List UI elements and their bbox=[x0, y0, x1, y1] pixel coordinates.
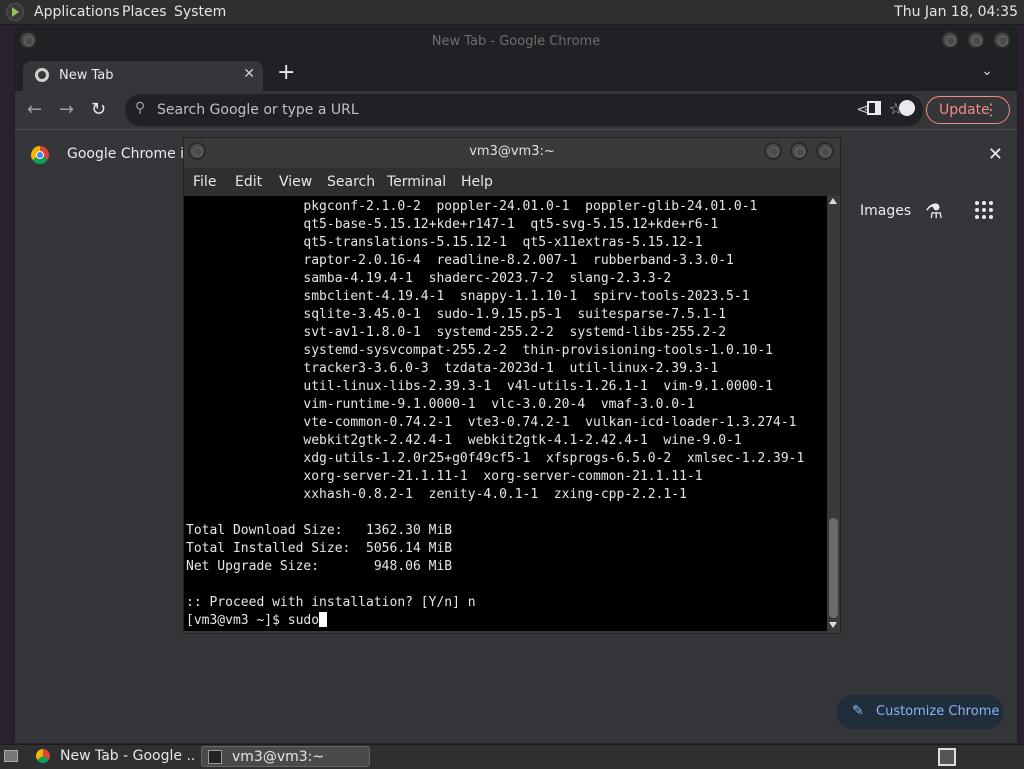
menu-file[interactable]: File bbox=[193, 174, 216, 190]
terminal-cursor bbox=[319, 612, 328, 627]
reload-icon[interactable]: ↻ bbox=[91, 99, 106, 120]
chrome-window-title: New Tab - Google Chrome bbox=[431, 34, 601, 49]
customize-chrome-button[interactable]: ✎ Customize Chrome bbox=[836, 695, 1004, 729]
google-apps-icon[interactable] bbox=[975, 201, 993, 219]
forward-icon[interactable]: → bbox=[59, 99, 74, 120]
show-desktop-icon[interactable] bbox=[4, 750, 18, 762]
terminal-text: pkgconf-2.1.0-2 poppler-24.01.0-1 popple… bbox=[186, 198, 804, 630]
chrome-menu-icon[interactable]: ⋮ bbox=[983, 100, 999, 119]
taskbar-terminal-label: vm3@vm3:~ bbox=[232, 749, 325, 765]
workspace-switcher[interactable] bbox=[938, 748, 956, 766]
top-panel: Applications Places System Thu Jan 18, 0… bbox=[0, 0, 1024, 25]
menu-applications[interactable]: Applications bbox=[34, 4, 120, 20]
scrollbar-thumb[interactable] bbox=[829, 518, 838, 618]
menu-system[interactable]: System bbox=[174, 4, 226, 20]
search-icon: ⚲ bbox=[135, 100, 146, 116]
close-window-button[interactable] bbox=[993, 31, 1011, 49]
taskbar-item-chrome[interactable]: New Tab - Google ... bbox=[30, 746, 196, 767]
menu-help[interactable]: Help bbox=[461, 174, 493, 190]
chrome-taskbar-icon bbox=[36, 749, 50, 763]
terminal-output: pkgconf-2.1.0-2 poppler-24.01.0-1 popple… bbox=[186, 199, 805, 610]
tab-close-icon[interactable]: ✕ bbox=[243, 66, 255, 82]
chrome-logo-icon bbox=[31, 146, 49, 164]
terminal-taskbar-icon bbox=[208, 750, 222, 764]
terminal-screen[interactable]: pkgconf-2.1.0-2 poppler-24.01.0-1 popple… bbox=[184, 196, 827, 631]
minimize-button[interactable] bbox=[941, 31, 959, 49]
customize-label: Customize Chrome bbox=[876, 704, 1000, 719]
profile-icon[interactable] bbox=[899, 100, 915, 116]
update-button[interactable]: Update ⋮ bbox=[926, 96, 1010, 124]
infobar-close-icon[interactable]: ✕ bbox=[988, 144, 1003, 165]
maximize-button[interactable] bbox=[967, 31, 985, 49]
new-tab-button[interactable]: + bbox=[277, 60, 295, 85]
menu-search[interactable]: Search bbox=[327, 174, 375, 190]
terminal-minimize-button[interactable] bbox=[764, 142, 782, 160]
terminal-close-button[interactable] bbox=[816, 142, 834, 160]
side-panel-icon[interactable] bbox=[867, 101, 881, 115]
scroll-up-arrow-icon[interactable] bbox=[829, 198, 837, 204]
menu-view[interactable]: View bbox=[279, 174, 312, 190]
chrome-titlebar[interactable]: New Tab - Google Chrome bbox=[15, 27, 1017, 57]
menu-edit[interactable]: Edit bbox=[235, 174, 262, 190]
images-link[interactable]: Images bbox=[860, 203, 911, 219]
terminal-menubar: File Edit View Search Terminal Help bbox=[184, 168, 840, 196]
distro-logo-icon[interactable] bbox=[6, 3, 24, 21]
pencil-icon: ✎ bbox=[852, 703, 864, 719]
infobar-message: Google Chrome isn bbox=[67, 146, 183, 162]
clock[interactable]: Thu Jan 18, 04:35 bbox=[894, 4, 1018, 20]
taskbar-item-terminal[interactable]: vm3@vm3:~ bbox=[201, 746, 370, 767]
scroll-down-arrow-icon[interactable] bbox=[829, 622, 837, 628]
terminal-window: vm3@vm3:~ File Edit View Search Terminal… bbox=[183, 137, 841, 634]
terminal-window-title: vm3@vm3:~ bbox=[469, 144, 555, 159]
tab-title: New Tab bbox=[59, 68, 114, 83]
chrome-toolbar: ← → ↻ ⚲ Search Google or type a URL ⋖ ☆ … bbox=[15, 91, 1017, 129]
back-icon[interactable]: ← bbox=[27, 99, 42, 120]
terminal-maximize-button[interactable] bbox=[790, 142, 808, 160]
menu-terminal[interactable]: Terminal bbox=[387, 174, 446, 190]
terminal-titlebar[interactable]: vm3@vm3:~ bbox=[184, 138, 840, 166]
menu-places[interactable]: Places bbox=[122, 4, 167, 20]
terminal-scrollbar[interactable] bbox=[827, 196, 840, 631]
omnibox-placeholder[interactable]: Search Google or type a URL bbox=[157, 102, 359, 118]
omnibox[interactable]: ⚲ Search Google or type a URL ⋖ ☆ bbox=[125, 94, 923, 126]
terminal-prompt: [vm3@vm3 ~]$ sudo bbox=[186, 613, 320, 628]
taskbar-chrome-label: New Tab - Google ... bbox=[60, 748, 196, 764]
bottom-panel: New Tab - Google ... vm3@vm3:~ bbox=[0, 744, 1024, 769]
chrome-favicon-icon bbox=[35, 68, 49, 82]
tab-strip: New Tab ✕ + ⌄ bbox=[15, 57, 1017, 91]
labs-flask-icon[interactable]: ⚗ bbox=[925, 199, 943, 223]
tab-search-icon[interactable]: ⌄ bbox=[981, 63, 993, 79]
tab-new-tab[interactable]: New Tab ✕ bbox=[23, 61, 263, 91]
